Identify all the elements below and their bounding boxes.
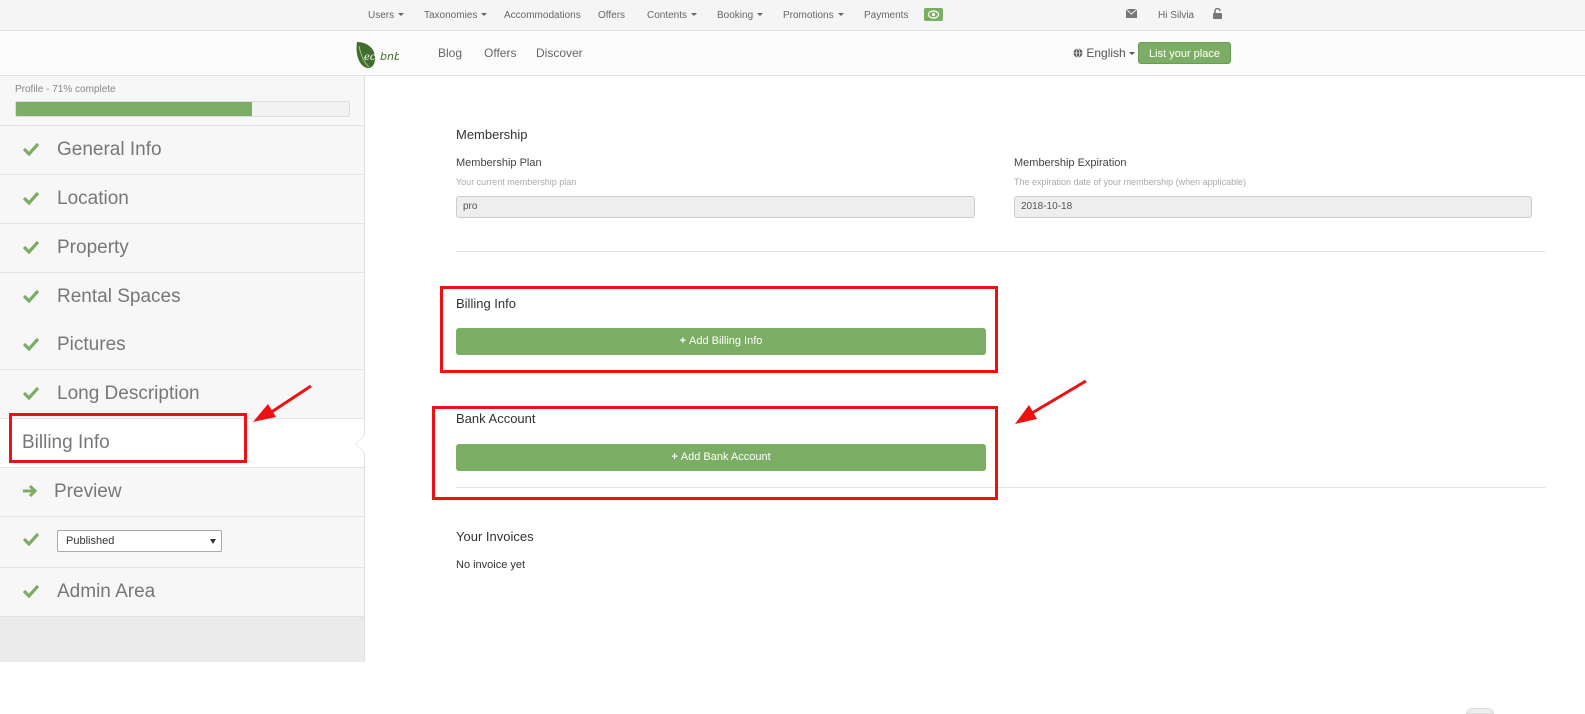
annotation-arrow-sidebar [253,384,312,422]
annotation-arrow-bank [1015,379,1087,424]
scroll-to-top-handle[interactable] [1466,708,1494,714]
annotation-arrows [253,379,1087,424]
